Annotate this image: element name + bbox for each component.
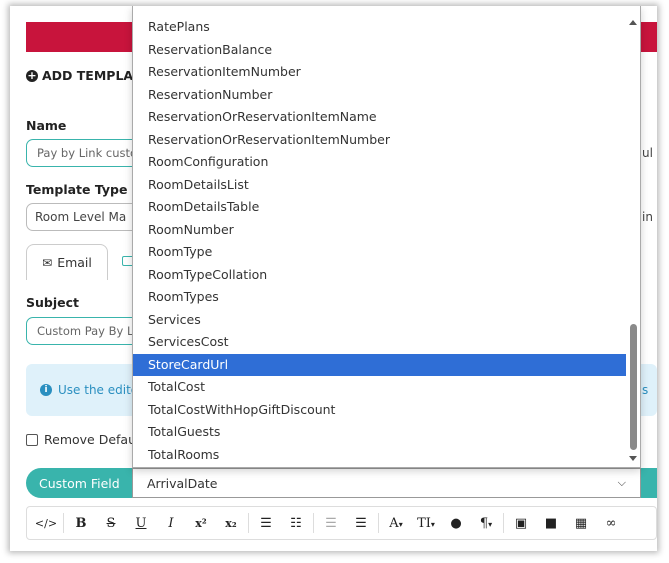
add-template-label: ADD TEMPLAT bbox=[42, 68, 141, 83]
toolbar-divider bbox=[503, 513, 504, 533]
custom-field-selected: ArrivalDate bbox=[147, 475, 218, 491]
dropdown-option[interactable]: ReservationOrReservationItemName bbox=[133, 106, 640, 129]
editor-frame: + ADD TEMPLAT Name Pay by Link custo ul … bbox=[10, 6, 657, 551]
toolbar-divider bbox=[378, 513, 379, 533]
indent-icon[interactable]: ☰ bbox=[346, 516, 376, 531]
remove-default-checkbox[interactable] bbox=[26, 433, 38, 446]
dropdown-option[interactable]: RoomConfiguration bbox=[133, 151, 640, 174]
dropdown-option[interactable]: TotalCostWithHopGiftDiscount bbox=[133, 399, 640, 422]
dropdown-option[interactable]: ServicesCost bbox=[133, 331, 640, 354]
name-right-fragment: ul bbox=[642, 146, 653, 160]
dropdown-option[interactable]: RoomTypeCollation bbox=[133, 264, 640, 287]
dropdown-option[interactable]: ReservationBalance bbox=[133, 39, 640, 62]
text-size-label: TI bbox=[417, 515, 431, 531]
image-icon[interactable]: ▣ bbox=[506, 516, 536, 531]
numbered-list-icon[interactable]: ☷ bbox=[281, 516, 311, 531]
template-type-label: Template Type bbox=[26, 182, 128, 197]
dropdown-option[interactable]: RatePlans bbox=[133, 16, 640, 39]
dropdown-option[interactable]: RoomDetailsTable bbox=[133, 196, 640, 219]
dropdown-scrollbar[interactable] bbox=[626, 6, 640, 467]
custom-field-insert-button[interactable] bbox=[641, 468, 657, 498]
dropdown-option[interactable]: RoomDetailsList bbox=[133, 174, 640, 197]
info-icon: i bbox=[40, 384, 52, 396]
plus-circle-icon: + bbox=[26, 68, 38, 82]
add-template-heading: + ADD TEMPLAT bbox=[26, 68, 141, 83]
remove-default-label: Remove Defau bbox=[44, 432, 136, 447]
toolbar-divider bbox=[63, 513, 64, 533]
info-text: Use the edito bbox=[58, 383, 139, 397]
custom-field-select[interactable]: ArrivalDate ⌵ bbox=[132, 468, 641, 498]
bold-button[interactable]: B bbox=[66, 516, 96, 531]
scrollbar-thumb[interactable] bbox=[630, 324, 637, 450]
subscript-button[interactable]: x₂ bbox=[216, 517, 246, 530]
dropdown-option[interactable]: RoomTypes bbox=[133, 286, 640, 309]
info-right-fragment: s bbox=[642, 383, 649, 397]
remove-default-option[interactable]: Remove Defau bbox=[26, 432, 136, 447]
outdent-icon[interactable]: ☰ bbox=[316, 516, 346, 531]
strikethrough-button[interactable]: S bbox=[96, 516, 126, 531]
editor-toolbar: </> B S U I x² x₂ ☰ ☷ ☰ ☰ A▾ TI▾ ● ¶▾ ▣ … bbox=[26, 506, 657, 540]
dropdown-option[interactable]: RoomNumber bbox=[133, 219, 640, 242]
dropdown-option[interactable]: TotalGuests bbox=[133, 421, 640, 444]
link-icon[interactable]: ∞ bbox=[596, 516, 626, 531]
dropdown-option[interactable]: ReservationItemNumber bbox=[133, 61, 640, 84]
dropdown-options: RatePlans ReservationBalance Reservation… bbox=[133, 16, 640, 466]
scroll-up-arrow-icon[interactable] bbox=[629, 20, 637, 25]
dropdown-option[interactable]: TotalCost bbox=[133, 376, 640, 399]
superscript-button[interactable]: x² bbox=[186, 517, 216, 530]
toolbar-divider bbox=[313, 513, 314, 533]
tab-email[interactable]: ✉ Email bbox=[26, 244, 108, 280]
font-size-dropdown[interactable]: A▾ bbox=[381, 516, 411, 531]
table-icon[interactable]: ▦ bbox=[566, 516, 596, 531]
envelope-icon: ✉ bbox=[42, 255, 53, 270]
paragraph-label: ¶ bbox=[479, 515, 489, 531]
dropdown-option[interactable]: ReservationOrReservationItemNumber bbox=[133, 129, 640, 152]
dropdown-option-highlighted[interactable]: StoreCardUrl bbox=[133, 353, 626, 376]
underline-button[interactable]: U bbox=[126, 516, 156, 531]
dropdown-option[interactable]: Services bbox=[133, 309, 640, 332]
name-label: Name bbox=[26, 118, 67, 133]
subject-label: Subject bbox=[26, 295, 79, 310]
custom-field-button[interactable]: Custom Field bbox=[26, 468, 138, 498]
italic-button[interactable]: I bbox=[156, 516, 186, 531]
code-view-button[interactable]: </> bbox=[31, 517, 61, 530]
video-icon[interactable]: ■ bbox=[536, 516, 566, 531]
tab-email-label: Email bbox=[57, 255, 92, 270]
paragraph-dropdown[interactable]: ¶▾ bbox=[471, 516, 501, 531]
dropdown-option[interactable]: RoomType bbox=[133, 241, 640, 264]
scroll-down-arrow-icon[interactable] bbox=[629, 456, 637, 461]
toolbar-divider bbox=[248, 513, 249, 533]
custom-field-dropdown-list[interactable]: RatePlans ReservationBalance Reservation… bbox=[132, 6, 641, 468]
dropdown-option[interactable]: ReservationNumber bbox=[133, 84, 640, 107]
color-drop-icon[interactable]: ● bbox=[441, 516, 471, 531]
text-size-dropdown[interactable]: TI▾ bbox=[411, 516, 441, 531]
chevron-down-icon: ⌵ bbox=[617, 476, 626, 489]
dropdown-option[interactable]: TotalRooms bbox=[133, 444, 640, 467]
template-type-right-fragment: in bbox=[642, 210, 653, 224]
font-size-label: A bbox=[389, 515, 399, 531]
bullet-list-icon[interactable]: ☰ bbox=[251, 516, 281, 531]
